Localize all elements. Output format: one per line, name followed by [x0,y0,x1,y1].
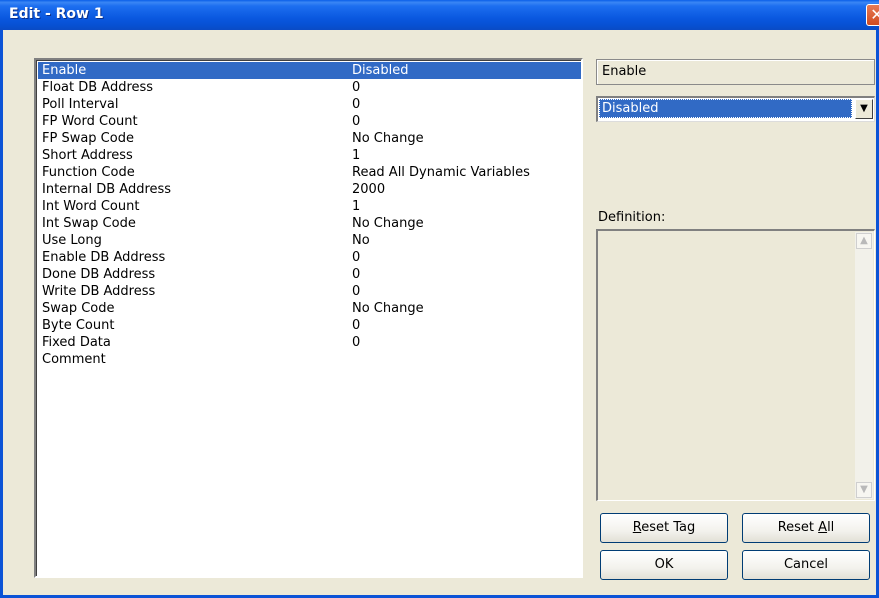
parameter-name: Enable DB Address [42,250,166,265]
parameter-name: Short Address [42,148,133,163]
parameter-value: 0 [352,97,361,112]
parameter-value: 2000 [352,182,386,197]
list-item[interactable]: Poll Interval 0 [38,96,581,113]
scroll-down-button[interactable]: ▼ [856,482,872,498]
parameter-value: No [352,233,370,248]
list-item[interactable]: Function Code Read All Dynamic Variables [38,164,581,181]
title-bar[interactable]: Edit - Row 1 ✕ [0,0,879,30]
list-item[interactable]: Write DB Address 0 [38,283,581,300]
list-item[interactable]: Byte Count 0 [38,317,581,334]
parameter-name: Byte Count [42,318,115,333]
parameter-value: No Change [352,216,424,231]
definition-textbox[interactable]: ▲ ▼ [596,229,875,501]
parameter-name: Function Code [42,165,135,180]
reset-tag-button[interactable]: Reset Tag [600,513,728,543]
close-button[interactable]: ✕ [866,4,879,26]
value-dropdown[interactable]: Disabled ▼ [596,96,875,122]
cancel-button[interactable]: Cancel [742,550,870,580]
parameter-name: Use Long [42,233,102,248]
parameter-name: Enable [42,63,87,78]
parameter-name: Int Swap Code [42,216,136,231]
list-item[interactable]: Done DB Address 0 [38,266,581,283]
list-item[interactable]: FP Word Count 0 [38,113,581,130]
parameter-value: 0 [352,250,361,265]
reset-all-accelerator: A [818,520,828,535]
chevron-down-icon: ▼ [860,103,868,114]
list-item[interactable]: Int Swap Code No Change [38,215,581,232]
scroll-up-icon: ▲ [860,235,868,246]
parameter-value: No Change [352,301,424,316]
dropdown-selected-value[interactable]: Disabled [599,99,852,118]
list-item[interactable]: Float DB Address 0 [38,79,581,96]
parameter-name: Write DB Address [42,284,156,299]
edit-dialog: Edit - Row 1 ✕ Enable Disabled Float DB … [0,0,879,598]
list-item[interactable]: FP Swap Code No Change [38,130,581,147]
list-item[interactable]: Fixed Data 0 [38,334,581,351]
ok-button[interactable]: OK [600,550,728,580]
reset-all-label-prefix: Reset [777,520,819,535]
window-title: Edit - Row 1 [9,6,104,22]
parameter-name: FP Word Count [42,114,138,129]
parameter-value: 0 [352,318,361,333]
parameter-name: Comment [42,352,106,367]
parameter-name: Float DB Address [42,80,154,95]
parameter-name: Swap Code [42,301,115,316]
parameter-name: Fixed Data [42,335,111,350]
list-item[interactable]: Int Word Count 1 [38,198,581,215]
list-item[interactable]: Swap Code No Change [38,300,581,317]
parameter-value: 0 [352,335,361,350]
definition-label: Definition: [598,210,666,225]
parameter-name: FP Swap Code [42,131,134,146]
parameter-list[interactable]: Enable Disabled Float DB Address 0 Poll … [34,58,583,578]
parameter-value: No Change [352,131,424,146]
parameter-value: 0 [352,80,361,95]
parameter-value: Disabled [352,63,409,78]
reset-all-label: ll [827,520,835,535]
parameter-name: Internal DB Address [42,182,172,197]
parameter-value: 0 [352,114,361,129]
parameter-value: 1 [352,148,361,163]
list-item[interactable]: Use Long No [38,232,581,249]
parameter-name: Poll Interval [42,97,119,112]
close-icon: ✕ [870,5,879,24]
list-item[interactable]: Enable DB Address 0 [38,249,581,266]
list-item[interactable]: Internal DB Address 2000 [38,181,581,198]
selected-tag-name: Enable [596,59,875,85]
scroll-up-button[interactable]: ▲ [856,233,872,249]
parameter-value: Read All Dynamic Variables [352,165,530,180]
reset-tag-label: eset Tag [641,520,696,535]
parameter-value: 0 [352,267,361,282]
dropdown-button[interactable]: ▼ [855,99,873,119]
scroll-down-icon: ▼ [860,484,868,495]
definition-scrollbar[interactable]: ▲ ▼ [855,232,873,499]
list-item[interactable]: Comment [38,351,581,368]
list-item[interactable]: Enable Disabled [38,62,581,79]
reset-tag-accelerator: R [632,520,642,535]
parameter-value: 1 [352,199,361,214]
parameter-name: Int Word Count [42,199,140,214]
reset-all-button[interactable]: Reset All [742,513,870,543]
list-item[interactable]: Short Address 1 [38,147,581,164]
parameter-value: 0 [352,284,361,299]
parameter-name: Done DB Address [42,267,156,282]
